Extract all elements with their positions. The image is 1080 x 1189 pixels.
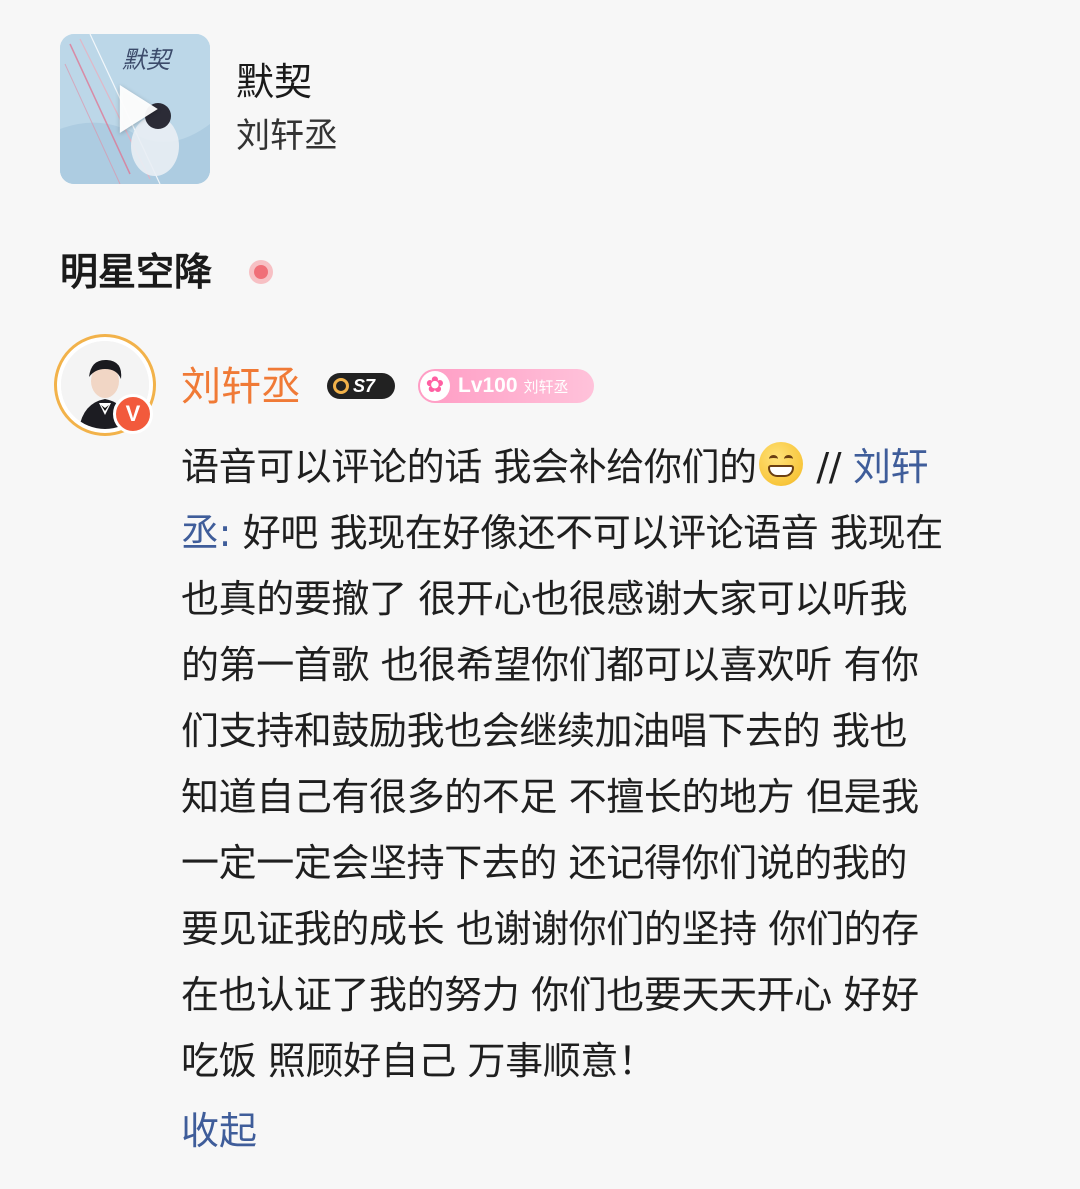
level-ring-icon [333,378,349,394]
fan-badge-flower-icon [420,371,450,401]
song-cover[interactable]: 默契 [60,34,210,184]
svg-text:默契: 默契 [122,46,173,74]
comment-line: 也真的要撤了 很开心也很感谢大家可以听我 [181,577,908,621]
comment-line: 要见证我的成长 也谢谢你们的坚持 你们的存 [181,907,919,951]
section-title: 明星空降 [60,250,213,294]
comment-line: 语音可以评论的话 我会补给你们的 // 刘轩 [181,434,1031,500]
fan-badge-level: Lv100 [458,374,518,397]
level-badge-label: S7 [353,375,376,396]
mention-link[interactable]: 刘轩 [853,445,929,489]
comment-line: 的第一首歌 也很希望你们都可以喜欢听 有你 [181,643,919,687]
song-title[interactable]: 默契 [236,58,312,106]
live-indicator-icon [249,260,273,284]
comment-line: 吃饭 照顾好自己 万事顺意！ [181,1039,656,1083]
comment-text-segment: // [804,445,853,489]
comment-line: 在也认证了我的努力 你们也要天天开心 好好 [181,973,919,1017]
collapse-button[interactable]: 收起 [181,1106,257,1156]
comment-line: 丞: 好吧 我现在好像还不可以评论语音 我现在 [181,500,1031,566]
fan-badge-name: 刘轩丞 [523,377,569,396]
mention-link[interactable]: 丞: [181,511,231,555]
comment-page: 默契 默契 刘轩丞 明星空降 V 刘轩丞 S7 Lv100 刘轩丞 [0,0,1080,1189]
comment-text-segment: 好吧 我现在好像还不可以评论语音 我现在 [231,511,944,555]
comment-line: 们支持和鼓励我也会继续加油唱下去的 我也 [181,709,908,753]
level-badge[interactable]: S7 [327,373,395,399]
comment-line: 一定一定会坚持下去的 还记得你们说的我的 [181,841,908,885]
fan-badge[interactable]: Lv100 刘轩丞 [418,369,594,403]
comment-line: 知道自己有很多的不足 不擅长的地方 但是我 [181,775,919,819]
username[interactable]: 刘轩丞 [181,362,301,412]
comment-text: 语音可以评论的话 我会补给你们的 // 刘轩 丞: 好吧 我现在好像还不可以评论… [181,434,1031,1094]
comment-text-segment: 语音可以评论的话 我会补给你们的 [181,445,757,489]
grinning-face-icon [758,442,803,486]
verified-icon: V [113,394,153,434]
song-artist[interactable]: 刘轩丞 [236,114,338,158]
play-icon[interactable] [119,85,158,133]
